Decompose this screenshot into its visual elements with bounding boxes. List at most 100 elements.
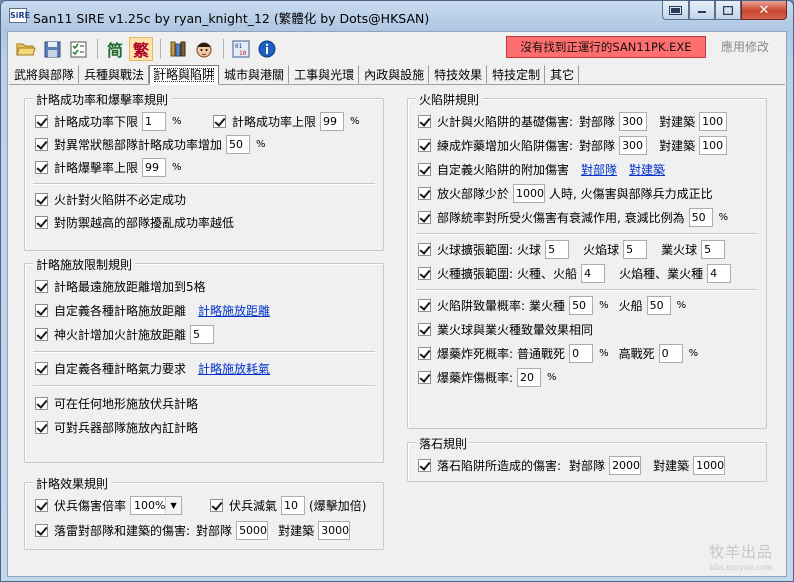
open-button[interactable] bbox=[14, 37, 38, 61]
fireship-input[interactable]: 50 bbox=[646, 295, 671, 315]
tab-cities-ports[interactable]: 城市與港關 bbox=[219, 65, 290, 84]
range-increase-checkbox[interactable] bbox=[35, 279, 48, 293]
tab-strategies-traps[interactable]: 計略與陷阱 bbox=[149, 65, 220, 85]
few-troops-checkbox[interactable] bbox=[418, 186, 431, 200]
firekind-checkbox[interactable] bbox=[418, 266, 431, 280]
base-unit-input[interactable]: 300 bbox=[619, 111, 648, 131]
custom-range-checkbox[interactable] bbox=[35, 303, 48, 317]
firekind-row: 火種擴張範圍: 火種、火船 4 火焰種、業火種 4 bbox=[418, 263, 735, 283]
binary-icon: 0110 bbox=[232, 40, 250, 58]
tab-skill-custom[interactable]: 特技定制 bbox=[487, 65, 546, 84]
restore-down-button[interactable] bbox=[662, 1, 689, 20]
validate-button[interactable] bbox=[66, 37, 90, 61]
custom-energy-checkbox[interactable] bbox=[35, 361, 48, 375]
karmaball-input[interactable]: 5 bbox=[701, 239, 726, 259]
bomb-kill-checkbox[interactable] bbox=[418, 346, 431, 360]
title-bar[interactable]: SiRE San11 SIRE v1.25c by ryan_knight_12… bbox=[1, 1, 793, 31]
normal-death-input[interactable]: 0 bbox=[569, 343, 594, 363]
about-button[interactable] bbox=[255, 37, 279, 61]
base-building-input[interactable]: 100 bbox=[699, 111, 728, 131]
character-icon bbox=[196, 42, 212, 58]
firekind-input[interactable]: 4 bbox=[581, 263, 606, 283]
fireball-row: 火球擴張範圍: 火球 5 火焰球 5 業火球 5 bbox=[418, 239, 729, 259]
ambush-morale-checkbox[interactable] bbox=[210, 498, 223, 512]
base-damage-row: 火計與火陷阱的基礎傷害: 對部隊 300 對建築 100 bbox=[418, 111, 731, 131]
maximize-button[interactable] bbox=[715, 1, 741, 20]
thunder-checkbox[interactable] bbox=[35, 523, 48, 537]
fire-trap-checkbox[interactable] bbox=[35, 192, 48, 206]
save-icon bbox=[44, 41, 60, 57]
group-title: 落石規則 bbox=[416, 435, 471, 452]
karma-seed-input[interactable]: 50 bbox=[569, 295, 594, 315]
database-button[interactable] bbox=[166, 37, 190, 61]
tab-skill-effects[interactable]: 特技效果 bbox=[429, 65, 488, 84]
abnormal-checkbox[interactable] bbox=[35, 137, 48, 151]
simplified-chinese-button[interactable]: 简 bbox=[103, 37, 127, 61]
few-troops-row: 放火部隊少於 1000 人時, 火傷害與部隊兵力成正比 bbox=[418, 183, 713, 203]
internal-strife-checkbox[interactable] bbox=[35, 420, 48, 434]
tab-domestic-facilities[interactable]: 內政與設施 bbox=[359, 65, 430, 84]
bomb-injure-checkbox[interactable] bbox=[418, 370, 431, 384]
high-death-input[interactable]: 0 bbox=[658, 343, 683, 363]
custom-range-link[interactable]: 計略施放距離 bbox=[198, 302, 270, 319]
save-button[interactable] bbox=[40, 37, 64, 61]
info-icon bbox=[258, 40, 276, 58]
thunder-building-input[interactable]: 3000 bbox=[318, 520, 351, 540]
min-success-input[interactable]: 1 bbox=[142, 111, 167, 131]
fireball-input[interactable]: 5 bbox=[545, 239, 570, 259]
range-limit-group: 計略施放限制規則 計略最遠施放距離增加到5格 自定義各種計略施放距離 計略施放距… bbox=[24, 256, 384, 463]
decay-checkbox[interactable] bbox=[418, 210, 431, 224]
group-title: 計略成功率和爆擊率規則 bbox=[33, 91, 172, 108]
crit-input[interactable]: 99 bbox=[142, 157, 167, 177]
bomb-unit-input[interactable]: 300 bbox=[619, 135, 648, 155]
shenhuo-checkbox[interactable] bbox=[35, 327, 48, 341]
base-damage-checkbox[interactable] bbox=[418, 114, 431, 128]
custom-energy-link[interactable]: 計略施放耗氣 bbox=[198, 360, 270, 377]
max-success-input[interactable]: 99 bbox=[320, 111, 345, 131]
traditional-chinese-button[interactable]: 繁 bbox=[129, 37, 153, 61]
custom-extra-building-link[interactable]: 對建築 bbox=[629, 161, 665, 178]
decay-input[interactable]: 50 bbox=[688, 207, 713, 227]
ambush-terrain-checkbox[interactable] bbox=[35, 396, 48, 410]
character-button[interactable] bbox=[192, 37, 216, 61]
binary-button[interactable]: 01 10 bbox=[229, 37, 253, 61]
flamekind-input[interactable]: 4 bbox=[707, 263, 732, 283]
rock-building-input[interactable]: 1000 bbox=[693, 455, 726, 475]
crit-checkbox[interactable] bbox=[35, 160, 48, 174]
bomb-damage-checkbox[interactable] bbox=[418, 138, 431, 152]
defense-checkbox[interactable] bbox=[35, 215, 48, 229]
fireball-checkbox[interactable] bbox=[418, 242, 431, 256]
tab-troops-tactics[interactable]: 兵種與戰法 bbox=[79, 65, 150, 84]
shenhuo-input[interactable]: 5 bbox=[190, 324, 215, 344]
max-success-checkbox[interactable] bbox=[213, 114, 226, 128]
restore-icon bbox=[669, 5, 682, 15]
thunder-unit-input[interactable]: 5000 bbox=[236, 520, 269, 540]
tab-generals-units[interactable]: 武將與部隊 bbox=[9, 65, 80, 84]
bomb-injure-input[interactable]: 20 bbox=[517, 367, 542, 387]
few-troops-input[interactable]: 1000 bbox=[513, 183, 546, 203]
rock-unit-input[interactable]: 2000 bbox=[609, 455, 642, 475]
thunder-row: 落雷對部隊和建築的傷害: 對部隊 5000 對建築 3000 bbox=[35, 520, 354, 540]
close-button[interactable]: ✕ bbox=[741, 1, 787, 20]
tab-others[interactable]: 其它 bbox=[545, 65, 580, 84]
custom-extra-unit-link[interactable]: 對部隊 bbox=[581, 161, 617, 178]
ambush-damage-select[interactable]: 100% ▼ bbox=[130, 495, 183, 515]
ambush-damage-checkbox[interactable] bbox=[35, 498, 48, 512]
custom-extra-checkbox[interactable] bbox=[418, 162, 431, 176]
same-effect-checkbox[interactable] bbox=[418, 322, 431, 336]
apply-changes-button[interactable]: 應用修改 bbox=[710, 36, 780, 58]
abnormal-input[interactable]: 50 bbox=[226, 134, 251, 154]
tab-works-auras[interactable]: 工事與光環 bbox=[289, 65, 360, 84]
fire-trap-group: 火陷阱規則 火計與火陷阱的基礎傷害: 對部隊 300 對建築 100 練成炸藥增… bbox=[407, 91, 767, 429]
flameball-input[interactable]: 5 bbox=[623, 239, 648, 259]
internal-strife-row: 可對兵器部隊施放內訌計略 bbox=[35, 417, 198, 437]
group-title: 火陷阱規則 bbox=[416, 91, 483, 108]
min-success-checkbox[interactable] bbox=[35, 114, 48, 128]
ambush-morale-input[interactable]: 10 bbox=[281, 495, 306, 515]
divider bbox=[33, 351, 375, 353]
minimize-button[interactable] bbox=[689, 1, 715, 20]
bomb-building-input[interactable]: 100 bbox=[699, 135, 728, 155]
lethal-checkbox[interactable] bbox=[418, 298, 431, 312]
rock-damage-checkbox[interactable] bbox=[418, 458, 431, 472]
toolbar-separator bbox=[97, 39, 98, 59]
